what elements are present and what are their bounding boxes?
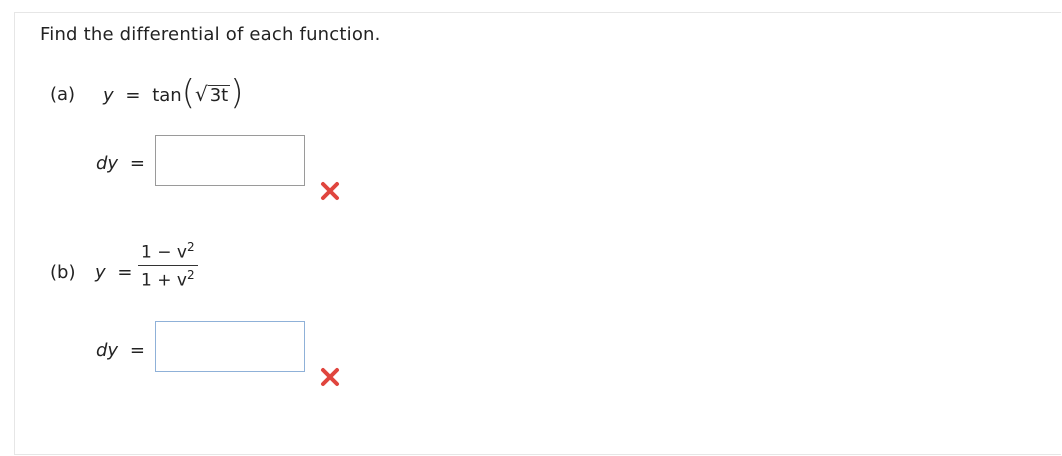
part-b-fraction: 1 − v2 1 + v2 [138, 240, 198, 290]
part-a-open-paren: ( [181, 73, 195, 113]
part-a-dy: dy [96, 153, 119, 174]
part-a-equals: = [125, 85, 141, 106]
part-b-dy-equals: = [129, 340, 145, 361]
part-a-dy-label: dy = [96, 153, 145, 174]
part-a-dy-equals: = [129, 153, 145, 174]
part-b-label: (b) [50, 262, 76, 283]
part-a-close-paren: ) [230, 73, 244, 113]
part-b-lhs: y [95, 262, 106, 283]
part-a-answer-input[interactable] [155, 135, 305, 186]
part-b-numerator: 1 − v2 [138, 240, 198, 263]
close-x-icon [321, 182, 339, 200]
part-b-equals: = [117, 262, 133, 283]
part-b-denominator: 1 + v2 [138, 268, 198, 291]
part-a-func: tan [152, 85, 182, 106]
part-b-lhs-group: y = [95, 262, 132, 283]
part-a-radicand: 3t [207, 85, 231, 106]
close-x-icon [321, 368, 339, 386]
sqrt-symbol: √ [194, 82, 208, 106]
part-b-dy-label: dy = [96, 340, 145, 361]
denominator-exponent: 2 [186, 267, 195, 282]
denominator-text: 1 + v [141, 270, 187, 291]
part-b-dy: dy [96, 340, 119, 361]
part-a-equation: y = tan(√ 3t) [103, 76, 244, 110]
part-a-lhs: y [103, 85, 114, 106]
part-b-answer-input[interactable] [155, 321, 305, 372]
part-a-label: (a) [50, 84, 76, 105]
instruction-text: Find the differential of each function. [40, 24, 381, 45]
numerator-exponent: 2 [186, 240, 195, 254]
fraction-bar [138, 264, 198, 266]
numerator-text: 1 − v [141, 242, 187, 263]
